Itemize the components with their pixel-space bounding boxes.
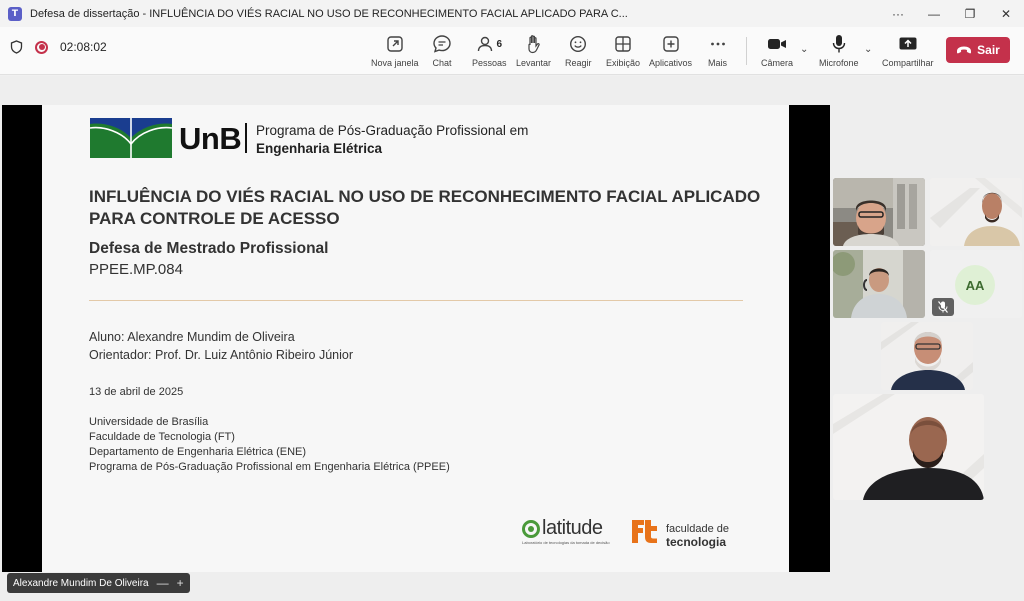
program-name: Programa de Pós-Graduação Profissional e… [256, 123, 529, 138]
meeting-timer: 02:08:02 [60, 40, 107, 54]
title-bar: T Defesa de dissertação - INFLUÊNCIA DO … [0, 0, 1024, 27]
participant-avatar-tile[interactable]: AA [930, 250, 1022, 318]
window-controls: ··· — ❐ ✕ [880, 0, 1024, 27]
window-title: Defesa de dissertação - INFLUÊNCIA DO VI… [30, 7, 628, 20]
camera-label: Câmera [761, 58, 794, 68]
zoom-out-icon[interactable]: — [157, 576, 169, 590]
raise-hand-button[interactable]: Levantar [516, 34, 551, 68]
view-button[interactable]: Exibição [606, 34, 640, 68]
new-window-label: Nova janela [371, 58, 419, 68]
chat-label: Chat [432, 58, 452, 68]
recording-icon [35, 40, 48, 54]
chat-button[interactable]: Chat [432, 34, 452, 68]
leave-label: Sair [977, 43, 1000, 57]
ft-logo-line2: tecnologia [666, 535, 727, 549]
slide-divider [89, 300, 743, 301]
camera-icon [768, 39, 786, 49]
latitude-tagline: Laboratório de tecnologias da tomada de … [522, 540, 610, 545]
camera-options-chevron-icon[interactable]: ⌄ [800, 44, 808, 55]
react-label: Reagir [565, 58, 592, 68]
meeting-stage: UnB Programa de Pós-Graduação Profission… [0, 76, 1024, 601]
meeting-status: 02:08:02 [10, 40, 107, 54]
camera-button[interactable]: Câmera [761, 34, 793, 68]
program-department: Engenharia Elétrica [256, 141, 383, 156]
apps-label: Aplicativos [649, 58, 693, 68]
react-button[interactable]: Reagir [565, 34, 592, 68]
hang-up-icon [957, 46, 972, 54]
close-icon[interactable]: ✕ [988, 0, 1024, 27]
institution-line: Universidade de Brasília [89, 416, 209, 428]
people-count: 6 [496, 38, 503, 50]
institution-line: Programa de Pós-Graduação Profissional e… [89, 461, 450, 473]
ft-logo-line1: faculdade de [666, 523, 729, 535]
share-label: Compartilhar [882, 58, 934, 68]
people-label: Pessoas [472, 58, 507, 68]
meeting-toolbar: 02:08:02 Nova janela Chat 6 Pessoas Leva… [0, 27, 1024, 75]
shared-screen[interactable]: UnB Programa de Pós-Graduação Profission… [2, 105, 830, 572]
participant-video-tile[interactable] [833, 250, 925, 318]
microphone-icon [832, 35, 845, 53]
toolbar-divider [746, 37, 747, 65]
more-button[interactable]: Mais [708, 34, 727, 68]
ft-logo-icon [632, 520, 657, 543]
maximize-icon[interactable]: ❐ [952, 0, 988, 27]
unb-flag-logo-icon [90, 118, 172, 158]
logo-divider [245, 123, 247, 153]
latitude-logo-text: latitude [542, 517, 603, 539]
participant-video-tile[interactable] [833, 394, 984, 500]
student-name: Aluno: Alexandre Mundim de Oliveira [89, 330, 295, 344]
unb-logo-text: UnB [179, 121, 242, 156]
participant-video-tile[interactable] [881, 322, 973, 390]
mic-off-icon [938, 301, 948, 313]
muted-badge [932, 298, 954, 316]
slide-subtitle: Defesa de Mestrado Profissional [89, 240, 329, 257]
share-screen-icon [899, 37, 917, 50]
minimize-icon[interactable]: — [916, 0, 952, 27]
people-icon [478, 36, 493, 52]
share-button[interactable]: Compartilhar [882, 34, 934, 68]
presenter-name: Alexandre Mundim De Oliveira [13, 577, 149, 589]
latitude-mark-icon [522, 519, 540, 538]
slide-title: INFLUÊNCIA DO VIÉS RACIAL NO USO DE RECO… [89, 187, 761, 228]
shield-icon[interactable] [10, 40, 23, 54]
chat-icon [433, 35, 451, 53]
add-apps-icon [662, 36, 679, 52]
slide-code: PPEE.MP.084 [89, 261, 183, 278]
teams-logo-icon: T [8, 6, 22, 21]
presenter-name-tag: Alexandre Mundim De Oliveira — + [7, 573, 190, 593]
more-options-icon[interactable]: ··· [880, 0, 916, 27]
institution-line: Faculdade de Tecnologia (FT) [89, 431, 235, 443]
avatar: AA [955, 265, 995, 305]
microphone-label: Microfone [819, 58, 859, 68]
participant-video-tile[interactable] [833, 178, 925, 246]
more-label: Mais [708, 58, 728, 68]
latitude-logo: latitude [522, 517, 603, 540]
institution-line: Departamento de Engenharia Elétrica (ENE… [89, 446, 307, 458]
mic-options-chevron-icon[interactable]: ⌄ [864, 44, 872, 55]
emoji-icon [570, 35, 587, 53]
leave-button[interactable]: Sair [946, 37, 1010, 63]
presentation-slide: UnB Programa de Pós-Graduação Profission… [42, 105, 789, 572]
grid-view-icon [615, 36, 631, 52]
advisor-name: Orientador: Prof. Dr. Luiz Antônio Ribei… [89, 348, 354, 362]
hand-icon [527, 35, 540, 54]
raise-hand-label: Levantar [516, 58, 552, 68]
more-icon [710, 42, 725, 46]
people-button[interactable]: 6 Pessoas [472, 34, 507, 68]
defense-date: 13 de abril de 2025 [89, 386, 184, 398]
zoom-in-icon[interactable]: + [177, 576, 184, 590]
new-window-button[interactable]: Nova janela [371, 34, 419, 68]
pop-out-icon [387, 36, 403, 52]
view-label: Exibição [606, 58, 641, 68]
participant-video-tile[interactable] [930, 178, 1022, 246]
apps-button[interactable]: Aplicativos [649, 34, 692, 68]
microphone-button[interactable]: Microfone [819, 34, 859, 68]
